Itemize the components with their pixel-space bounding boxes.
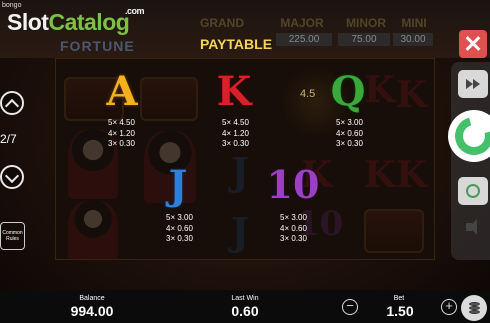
bet-minus-button[interactable]: − (342, 299, 358, 315)
jackpot-minor-value: 75.00 (338, 33, 390, 46)
pay-line: 4× 1.20 (222, 128, 249, 138)
jackpot-minor-label: MINOR (346, 16, 386, 30)
pay-line: 4× 0.60 (280, 223, 307, 233)
pay-line: 5× 4.50 (108, 118, 135, 127)
jackpot-grand-label: GRAND (200, 16, 244, 30)
bet-value: 1.50 (386, 303, 414, 319)
balance-label: Balance (79, 295, 105, 302)
last-win-label: Last Win (231, 295, 259, 302)
pay-line: 3× 0.30 (222, 139, 249, 148)
jackpot-major-label: MAJOR (280, 16, 324, 30)
pay-line: 3× 0.30 (108, 139, 135, 148)
pay-line: 4× 0.60 (336, 128, 363, 138)
jackpot-mini-value: 30.00 (393, 33, 433, 46)
coins-icon-part (469, 306, 480, 310)
coins-icon-part (469, 302, 480, 306)
symbol-10: 10 (266, 162, 320, 207)
pay-line: 4× 0.60 (166, 223, 193, 233)
sound-button[interactable] (458, 214, 488, 242)
fast-forward-icon (466, 79, 473, 89)
game-title-fragment: FORTUNE (60, 38, 135, 54)
bet-label: Bet (393, 295, 405, 302)
balance-value: 994.00 (70, 303, 114, 319)
coins-icon (469, 310, 480, 314)
page-indicator: 2/7 (0, 132, 17, 146)
last-win-value: 0.60 (231, 303, 259, 319)
symbol-q: Q (330, 68, 366, 115)
common-rules-button[interactable]: Common Rules (0, 222, 25, 250)
watermark-com: .com (125, 6, 145, 16)
pay-line: 5× 3.00 (336, 118, 363, 127)
chevron-down-icon (4, 168, 20, 184)
paytable-title: PAYTABLE (199, 36, 273, 52)
background-value-fragment: 4.5 (300, 88, 316, 100)
chevron-up-icon (4, 98, 20, 114)
page-down-button[interactable] (0, 165, 24, 189)
pay-line: 3× 0.30 (166, 234, 193, 243)
pay-line: 5× 4.50 (222, 118, 249, 127)
symbol-k-pays: 5× 4.50 4× 1.20 3× 0.30 (222, 118, 249, 150)
pay-line: 4× 1.20 (108, 128, 135, 138)
speaker-cone-icon (469, 219, 477, 235)
close-button[interactable] (459, 30, 487, 58)
symbol-q-pays: 5× 3.00 4× 0.60 3× 0.30 (336, 118, 363, 150)
bet-options-button[interactable] (461, 295, 487, 321)
watermark-slot: Slot (7, 9, 49, 35)
provider-logo: bongo (2, 2, 22, 9)
pay-line: 3× 0.30 (336, 139, 363, 148)
symbol-a: A (106, 68, 138, 115)
watermark-logo: SlotCatalog .com (7, 6, 145, 36)
symbol-j-pays: 5× 3.00 4× 0.60 3× 0.30 (166, 213, 193, 245)
symbol-10-pays: 5× 3.00 4× 0.60 3× 0.30 (280, 213, 307, 245)
pay-line: 5× 3.00 (166, 213, 193, 222)
autoplay-icon (466, 184, 480, 198)
pay-line: 5× 3.00 (280, 213, 307, 222)
jackpot-major-value: 225.00 (276, 33, 332, 46)
symbol-k: K (216, 68, 252, 115)
slot-game-screen: bongo SlotCatalog .com FORTUNE GRAND MAJ… (0, 0, 490, 323)
turbo-button[interactable] (458, 70, 488, 98)
fast-forward-icon-part (473, 79, 480, 89)
watermark-catalog: Catalog (48, 9, 130, 35)
symbol-a-pays: 5× 4.50 4× 1.20 3× 0.30 (108, 118, 135, 150)
pay-line: 3× 0.30 (280, 234, 307, 243)
autoplay-button[interactable] (458, 177, 488, 205)
symbol-j: J (168, 162, 188, 209)
bet-plus-button[interactable]: + (441, 299, 457, 315)
page-up-button[interactable] (0, 91, 24, 115)
jackpot-mini-label: MINI (401, 16, 427, 30)
